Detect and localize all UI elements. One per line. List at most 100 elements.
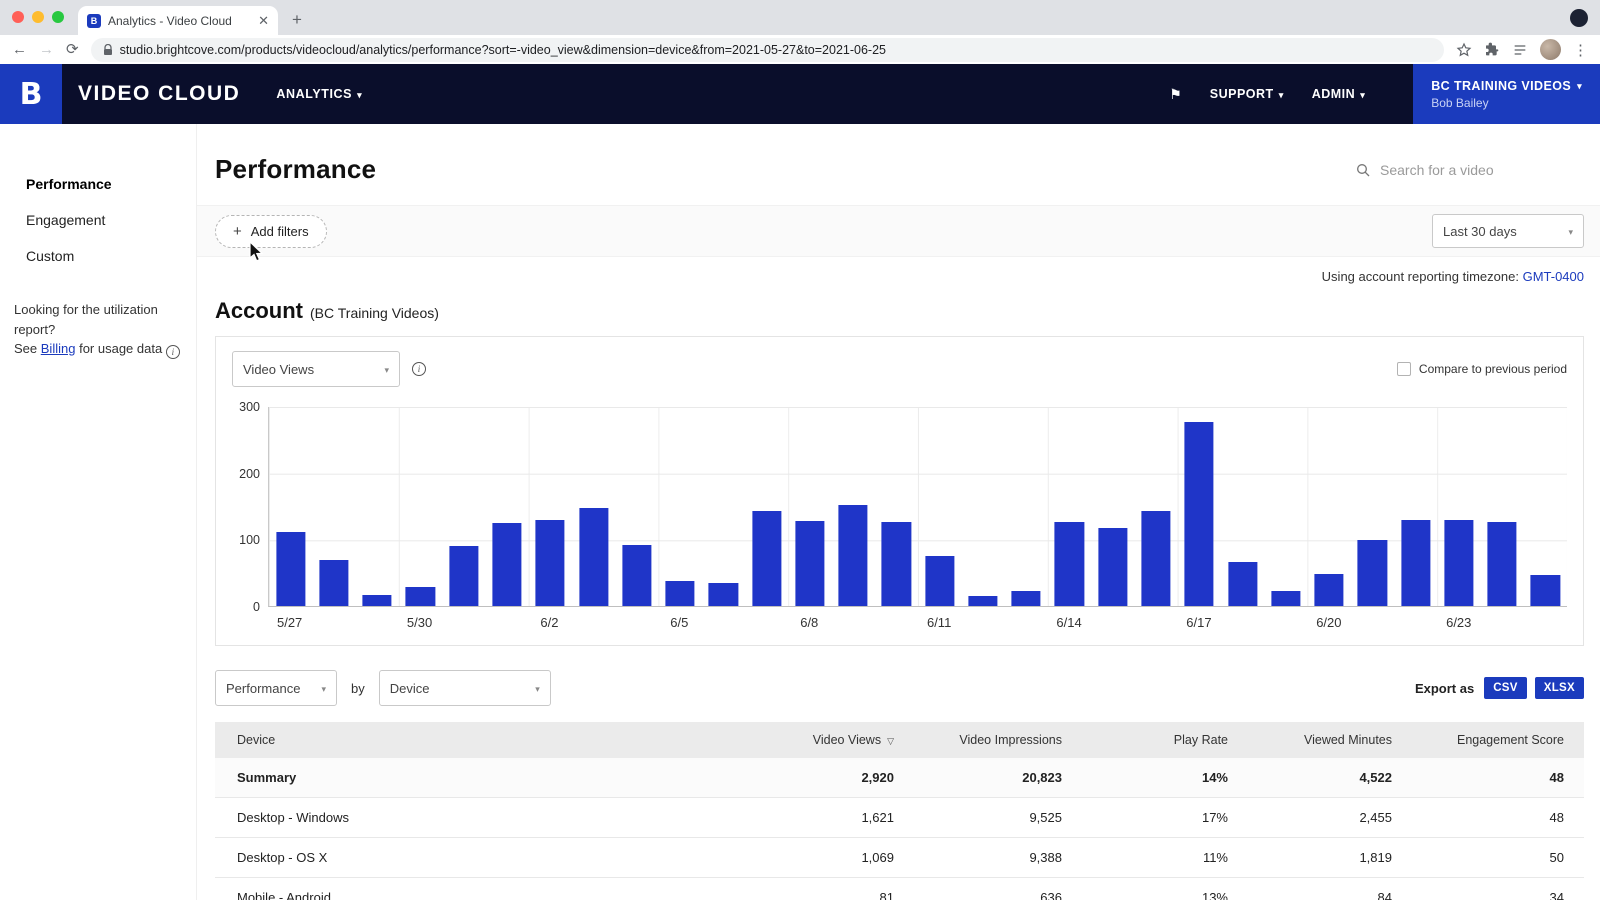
back-button[interactable]: ← <box>12 42 27 57</box>
cell-mobile-android-impressions: 636 <box>1040 890 1062 900</box>
compare-checkbox[interactable] <box>1396 362 1411 376</box>
bar-6-17[interactable] <box>1184 421 1214 606</box>
bar-6-13[interactable] <box>1011 590 1041 606</box>
bar-6-22[interactable] <box>1400 520 1431 606</box>
table-row-mobile-android[interactable]: Mobile - Android 81 636 13% 84 34 <box>215 878 1584 900</box>
bar-6-19[interactable] <box>1271 591 1301 606</box>
bar-6-3[interactable] <box>578 507 609 606</box>
info-icon[interactable]: i <box>165 345 180 359</box>
brand-name: VIDEO CLOUD <box>78 82 241 105</box>
bar-5-31[interactable] <box>449 545 479 606</box>
zoom-window-icon[interactable] <box>52 11 64 23</box>
bar-6-16[interactable] <box>1141 511 1171 606</box>
browser-menu-icon[interactable]: ⋮ <box>1573 41 1588 59</box>
chart-x-axis: 5/27 5/30 6/2 6/5 6/8 6/11 6/14 6/17 6/20 6/23 <box>268 607 1567 635</box>
analytics-menu[interactable]: ANALYTICS ▾ <box>276 87 362 101</box>
tab-close-icon[interactable]: ✕ <box>258 13 269 29</box>
reload-button[interactable]: ⟳ <box>66 42 79 57</box>
bar-5-29[interactable] <box>362 595 392 606</box>
close-window-icon[interactable] <box>12 11 24 23</box>
profile-avatar[interactable] <box>1540 39 1561 60</box>
metric-info-icon[interactable]: i <box>412 362 426 376</box>
date-range-select[interactable]: Last 30 days ▾ <box>1432 214 1584 248</box>
support-menu[interactable]: SUPPORT ▾ <box>1210 87 1284 101</box>
table-row-desktop-windows[interactable]: Desktop - Windows 1,621 9,525 17% 2,455 48 <box>215 798 1584 838</box>
chevron-down-icon: ▾ <box>321 683 326 694</box>
browser-profile-badge[interactable] <box>1570 9 1588 27</box>
bar-6-8[interactable] <box>795 521 825 606</box>
minimize-window-icon[interactable] <box>32 11 44 23</box>
bar-6-15[interactable] <box>1098 527 1128 606</box>
app-header: B VIDEO CLOUD ANALYTICS ▾ ⚑ SUPPORT ▾ ADMI… <box>0 64 1600 124</box>
bar-6-1[interactable] <box>492 523 522 606</box>
bar-5-30[interactable] <box>405 587 436 606</box>
bar-6-5[interactable] <box>665 580 695 606</box>
header-cell-video-views[interactable]: Video Views ▽ <box>746 733 914 747</box>
billing-link[interactable]: Billing <box>41 341 76 356</box>
extensions-puzzle-icon[interactable] <box>1484 42 1500 58</box>
bar-6-12[interactable] <box>968 596 998 606</box>
header-cell-viewed-minutes[interactable]: Viewed Minutes <box>1248 733 1412 747</box>
bar-6-24[interactable] <box>1487 521 1517 606</box>
add-filters-button[interactable]: + Add filters <box>215 214 327 248</box>
bar-6-20[interactable] <box>1314 574 1344 606</box>
metric-select[interactable]: Video Views ▾ <box>232 351 400 387</box>
report-type-select[interactable]: Performance ▾ <box>215 670 337 706</box>
compare-toggle[interactable]: Compare to previous period <box>1396 362 1567 376</box>
cell-desktop-windows-impressions: 9,525 <box>1029 810 1062 825</box>
x-tick-label: 6/17 <box>1186 615 1212 630</box>
cell-summary-impressions: 20,823 <box>1022 770 1062 785</box>
timezone-link[interactable]: GMT-0400 <box>1523 269 1584 284</box>
utilization-note: Looking for the utilization report? See … <box>14 300 184 359</box>
bar-6-23[interactable] <box>1444 519 1474 606</box>
cell-desktop-windows-viewed_minutes: 2,455 <box>1359 810 1392 825</box>
header-cell-video-impressions[interactable]: Video Impressions <box>914 733 1082 747</box>
bar-6-14[interactable] <box>1054 521 1085 606</box>
search-input[interactable] <box>1380 161 1565 178</box>
bar-5-28[interactable] <box>319 559 349 606</box>
new-tab-button[interactable]: + <box>292 10 302 30</box>
sidebar-item-custom[interactable]: Custom <box>0 238 196 274</box>
section-subtitle: (BC Training Videos) <box>310 305 439 321</box>
bar-6-10[interactable] <box>881 522 911 606</box>
header-cell-engagement-score[interactable]: Engagement Score <box>1412 733 1584 747</box>
bar-6-18[interactable] <box>1227 562 1258 606</box>
address-bar[interactable]: studio.brightcove.com/products/videoclou… <box>90 37 1444 62</box>
bar-6-11[interactable] <box>925 556 955 606</box>
cell-summary-viewed_minutes: 4,522 <box>1359 770 1392 785</box>
header-cell-device[interactable]: Device <box>215 733 746 747</box>
bar-5-27[interactable] <box>276 531 306 606</box>
chevron-down-icon: ▾ <box>1577 81 1582 91</box>
bar-6-25[interactable] <box>1530 574 1560 606</box>
header-cell-play-rate[interactable]: Play Rate <box>1082 733 1248 747</box>
chevron-down-icon: ▾ <box>1568 226 1573 237</box>
sidebar-item-engagement[interactable]: Engagement <box>0 202 196 238</box>
cell-desktop-os-x-video_views: 1,069 <box>861 850 894 865</box>
table-row-summary[interactable]: Summary 2,920 20,823 14% 4,522 48 <box>215 758 1584 798</box>
user-name: Bob Bailey <box>1431 95 1489 110</box>
browser-chrome: B Analytics - Video Cloud ✕ + ← → ⟳ stud… <box>0 0 1600 64</box>
account-switcher[interactable]: BC TRAINING VIDEOS ▾ Bob Bailey <box>1413 64 1600 124</box>
chevron-down-icon: ▾ <box>357 89 363 100</box>
forward-button[interactable]: → <box>39 42 54 57</box>
cell-summary-video_views: 2,920 <box>861 770 894 785</box>
sidebar-item-performance[interactable]: Performance <box>0 166 196 202</box>
table-row-desktop-os-x[interactable]: Desktop - OS X 1,069 9,388 11% 1,819 50 <box>215 838 1584 878</box>
dimension-select[interactable]: Device ▾ <box>378 670 551 706</box>
admin-menu[interactable]: ADMIN ▾ <box>1312 87 1366 101</box>
bar-6-21[interactable] <box>1357 539 1387 606</box>
export-xlsx-button[interactable]: XLSX <box>1534 677 1584 699</box>
browser-tab[interactable]: B Analytics - Video Cloud ✕ <box>78 6 278 35</box>
sort-filter-icon[interactable]: ▽ <box>887 736 894 746</box>
bar-6-4[interactable] <box>622 544 652 606</box>
brightcove-logo-icon[interactable]: B <box>0 64 62 124</box>
training-flag-icon[interactable]: ⚑ <box>1169 86 1182 103</box>
bookmark-star-icon[interactable] <box>1456 42 1472 58</box>
bar-6-6[interactable] <box>708 583 738 606</box>
bar-6-7[interactable] <box>751 511 782 606</box>
reading-list-icon[interactable] <box>1512 42 1528 58</box>
bar-6-9[interactable] <box>838 505 868 606</box>
export-csv-button[interactable]: CSV <box>1484 677 1527 699</box>
bar-6-2[interactable] <box>535 520 565 606</box>
video-search[interactable] <box>1355 161 1580 178</box>
